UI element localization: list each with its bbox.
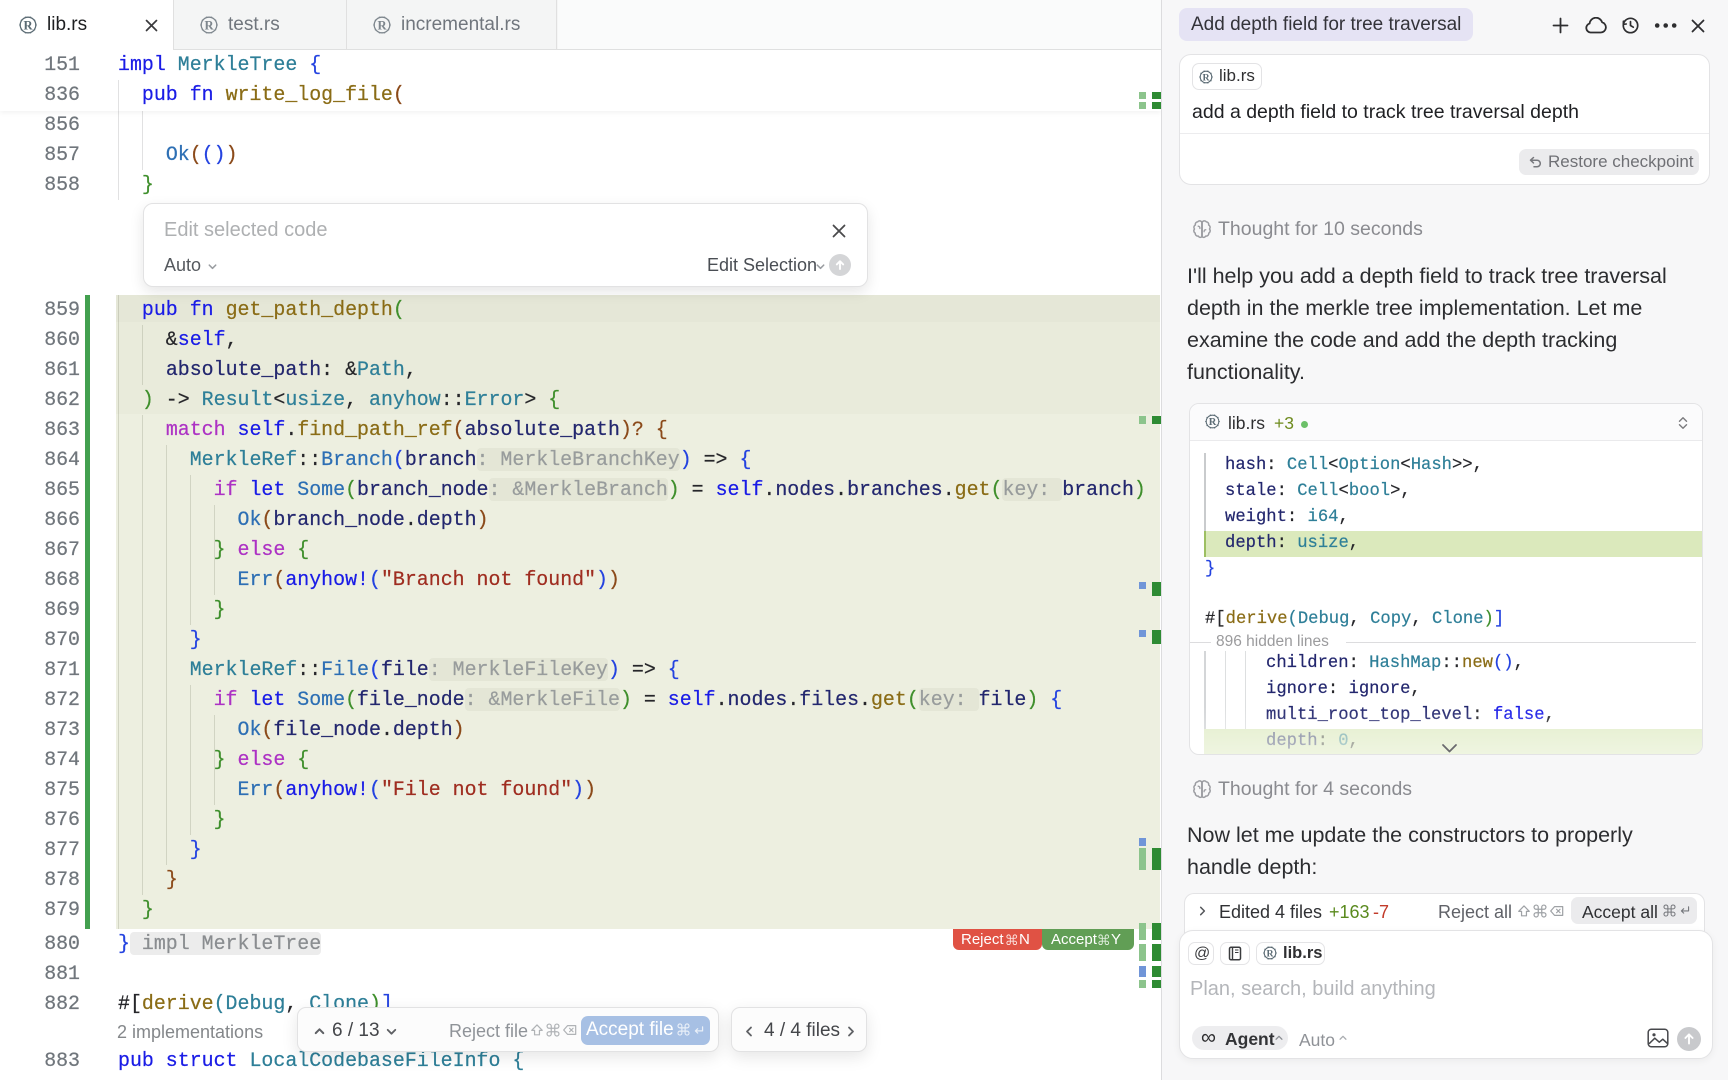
svg-text:R: R (1202, 72, 1210, 83)
svg-text:R: R (1266, 948, 1274, 959)
svg-text:R: R (204, 18, 214, 32)
svg-text:R: R (1209, 417, 1217, 428)
svg-text:R: R (377, 18, 387, 32)
svg-text:R: R (23, 18, 33, 32)
